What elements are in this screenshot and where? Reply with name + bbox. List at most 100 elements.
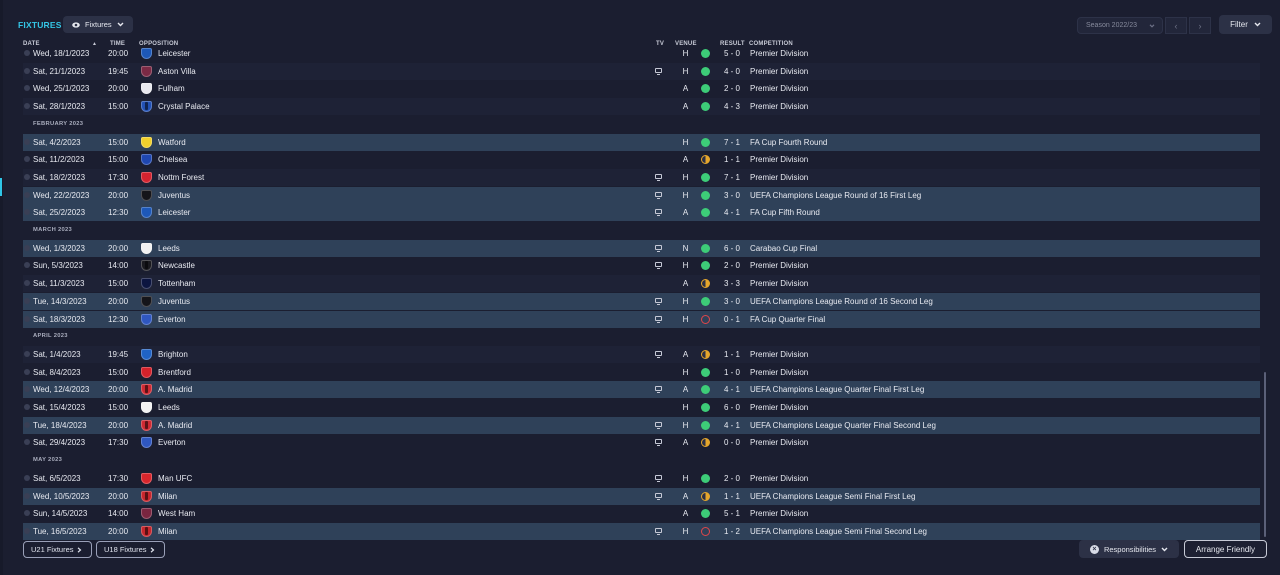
opposition-link[interactable]: West Ham bbox=[158, 505, 195, 522]
match-result[interactable]: 2 - 0 bbox=[720, 257, 744, 274]
opposition-link[interactable]: Tottenham bbox=[158, 275, 195, 292]
opposition-link[interactable]: Leeds bbox=[158, 240, 180, 257]
fixture-row[interactable]: Sun, 5/3/2023 14:00 Newcastle H 2 - 0 Premier… bbox=[23, 257, 1260, 274]
view-dropdown[interactable]: Fixtures bbox=[63, 16, 133, 33]
opposition-link[interactable]: A. Madrid bbox=[158, 417, 192, 434]
next-season-button[interactable]: › bbox=[1189, 17, 1211, 34]
competition-name[interactable]: Premier Division bbox=[750, 505, 808, 522]
match-result[interactable]: 3 - 0 bbox=[720, 187, 744, 204]
match-result[interactable]: 4 - 1 bbox=[720, 417, 744, 434]
match-result[interactable]: 1 - 1 bbox=[720, 488, 744, 505]
competition-name[interactable]: Premier Division bbox=[750, 98, 808, 115]
opposition-link[interactable]: Aston Villa bbox=[158, 63, 196, 80]
opposition-link[interactable]: Juventus bbox=[158, 187, 190, 204]
competition-name[interactable]: FA Cup Fourth Round bbox=[750, 134, 827, 151]
competition-name[interactable]: Premier Division bbox=[750, 399, 808, 416]
row-select-radio[interactable] bbox=[24, 439, 30, 446]
fixture-row[interactable]: Sat, 6/5/2023 17:30 Man UFC H 2 - 0 Premier D… bbox=[23, 470, 1260, 487]
row-select-radio[interactable] bbox=[24, 492, 30, 499]
fixture-row[interactable]: Sat, 25/2/2023 12:30 Leicester A 4 - 1 FA Cup… bbox=[23, 204, 1260, 222]
arrange-friendly-button[interactable]: Arrange Friendly bbox=[1184, 540, 1267, 558]
competition-name[interactable]: Premier Division bbox=[750, 80, 808, 97]
fixture-row[interactable]: Wed, 12/4/2023 20:00 A. Madrid A 4 - 1 UEFA C… bbox=[23, 381, 1260, 399]
competition-name[interactable]: Premier Division bbox=[750, 257, 808, 274]
opposition-link[interactable]: Leicester bbox=[158, 48, 190, 62]
match-result[interactable]: 3 - 3 bbox=[720, 275, 744, 292]
match-result[interactable]: 2 - 0 bbox=[720, 80, 744, 97]
competition-name[interactable]: Premier Division bbox=[750, 169, 808, 186]
match-result[interactable]: 7 - 1 bbox=[720, 169, 744, 186]
fixture-row[interactable]: Sat, 15/4/2023 15:00 Leeds H 6 - 0 Premier Di… bbox=[23, 399, 1260, 416]
row-select-radio[interactable] bbox=[24, 67, 30, 74]
row-select-radio[interactable] bbox=[24, 50, 30, 56]
row-select-radio[interactable] bbox=[24, 103, 30, 110]
row-select-radio[interactable] bbox=[24, 262, 30, 269]
competition-name[interactable]: Premier Division bbox=[750, 434, 808, 451]
row-select-radio[interactable] bbox=[24, 368, 30, 375]
row-select-radio[interactable] bbox=[24, 421, 30, 428]
row-select-radio[interactable] bbox=[24, 527, 30, 534]
fixture-row[interactable]: Wed, 25/1/2023 20:00 Fulham A 2 - 0 Premier D… bbox=[23, 80, 1260, 97]
fixture-row[interactable]: Wed, 22/2/2023 20:00 Juventus H 3 - 0 UEFA Ch… bbox=[23, 186, 1260, 204]
fixture-row[interactable]: Sun, 14/5/2023 14:00 West Ham A 5 - 1 Premier… bbox=[23, 505, 1260, 522]
competition-name[interactable]: UEFA Champions League Quarter Final Seco… bbox=[750, 417, 936, 434]
fixture-row[interactable]: Sat, 4/2/2023 15:00 Watford H 7 - 1 FA Cup Fo… bbox=[23, 133, 1260, 151]
row-select-radio[interactable] bbox=[24, 209, 30, 216]
match-result[interactable]: 4 - 0 bbox=[720, 63, 744, 80]
match-result[interactable]: 1 - 1 bbox=[720, 151, 744, 168]
opposition-link[interactable]: Brentford bbox=[158, 364, 191, 381]
opposition-link[interactable]: Leicester bbox=[158, 204, 190, 221]
opposition-link[interactable]: Brighton bbox=[158, 346, 188, 363]
fixture-row[interactable]: Sat, 29/4/2023 17:30 Everton A 0 - 0 Premier … bbox=[23, 434, 1260, 451]
match-result[interactable]: 3 - 0 bbox=[720, 293, 744, 310]
competition-name[interactable]: UEFA Champions League Quarter Final Firs… bbox=[750, 381, 924, 398]
opposition-link[interactable]: Newcastle bbox=[158, 257, 195, 274]
opposition-link[interactable]: Everton bbox=[158, 434, 186, 451]
competition-name[interactable]: Premier Division bbox=[750, 346, 808, 363]
opposition-link[interactable]: Watford bbox=[158, 134, 186, 151]
match-result[interactable]: 1 - 2 bbox=[720, 523, 744, 540]
fixture-row[interactable]: Wed, 10/5/2023 20:00 Milan A 1 - 1 UEFA Champ… bbox=[23, 487, 1260, 505]
match-result[interactable]: 6 - 0 bbox=[720, 240, 744, 257]
opposition-link[interactable]: Nottm Forest bbox=[158, 169, 204, 186]
opposition-link[interactable]: Chelsea bbox=[158, 151, 187, 168]
opposition-link[interactable]: Leeds bbox=[158, 399, 180, 416]
fixture-row[interactable]: Sat, 18/3/2023 12:30 Everton H 0 - 1 FA Cup Q… bbox=[23, 310, 1260, 328]
filter-button[interactable]: Filter bbox=[1219, 15, 1272, 34]
match-result[interactable]: 4 - 1 bbox=[720, 204, 744, 221]
row-select-radio[interactable] bbox=[24, 350, 30, 357]
competition-name[interactable]: Premier Division bbox=[750, 470, 808, 487]
competition-name[interactable]: Premier Division bbox=[750, 63, 808, 80]
match-result[interactable]: 5 - 1 bbox=[720, 505, 744, 522]
opposition-link[interactable]: Milan bbox=[158, 523, 177, 540]
season-dropdown[interactable]: Season 2022/23 bbox=[1077, 17, 1163, 34]
row-select-radio[interactable] bbox=[24, 85, 30, 92]
match-result[interactable]: 6 - 0 bbox=[720, 399, 744, 416]
responsibilities-button[interactable]: × Responsibilities bbox=[1079, 540, 1179, 558]
fixture-row[interactable]: Sat, 1/4/2023 19:45 Brighton A 1 - 1 Premier … bbox=[23, 345, 1260, 363]
fixture-row[interactable]: Tue, 18/4/2023 20:00 A. Madrid H 4 - 1 UEFA C… bbox=[23, 416, 1260, 434]
opposition-link[interactable]: Man UFC bbox=[158, 470, 192, 487]
opposition-link[interactable]: A. Madrid bbox=[158, 381, 192, 398]
row-select-radio[interactable] bbox=[24, 244, 30, 251]
row-select-radio[interactable] bbox=[24, 138, 30, 145]
opposition-link[interactable]: Everton bbox=[158, 311, 186, 328]
competition-name[interactable]: Premier Division bbox=[750, 151, 808, 168]
match-result[interactable]: 5 - 0 bbox=[720, 48, 744, 62]
row-select-radio[interactable] bbox=[24, 386, 30, 393]
fixture-row[interactable]: Sat, 11/2/2023 15:00 Chelsea A 1 - 1 Premier … bbox=[23, 151, 1260, 168]
match-result[interactable]: 1 - 0 bbox=[720, 364, 744, 381]
row-select-radio[interactable] bbox=[24, 156, 30, 163]
competition-name[interactable]: UEFA Champions League Round of 16 Second… bbox=[750, 293, 933, 310]
match-result[interactable]: 4 - 1 bbox=[720, 381, 744, 398]
match-result[interactable]: 2 - 0 bbox=[720, 470, 744, 487]
fixture-row[interactable]: Sat, 11/3/2023 15:00 Tottenham A 3 - 3 Premie… bbox=[23, 275, 1260, 293]
competition-name[interactable]: UEFA Champions League Semi Final Second … bbox=[750, 523, 927, 540]
match-result[interactable]: 1 - 1 bbox=[720, 346, 744, 363]
opposition-link[interactable]: Fulham bbox=[158, 80, 185, 97]
fixture-row[interactable]: Wed, 1/3/2023 20:00 Leeds N 6 - 0 Carabao Cup… bbox=[23, 239, 1260, 257]
competition-name[interactable]: UEFA Champions League Round of 16 First … bbox=[750, 187, 921, 204]
fixture-row[interactable]: Tue, 14/3/2023 20:00 Juventus H 3 - 0 UEFA Ch… bbox=[23, 292, 1260, 310]
row-select-radio[interactable] bbox=[24, 280, 30, 287]
competition-name[interactable]: Carabao Cup Final bbox=[750, 240, 817, 257]
